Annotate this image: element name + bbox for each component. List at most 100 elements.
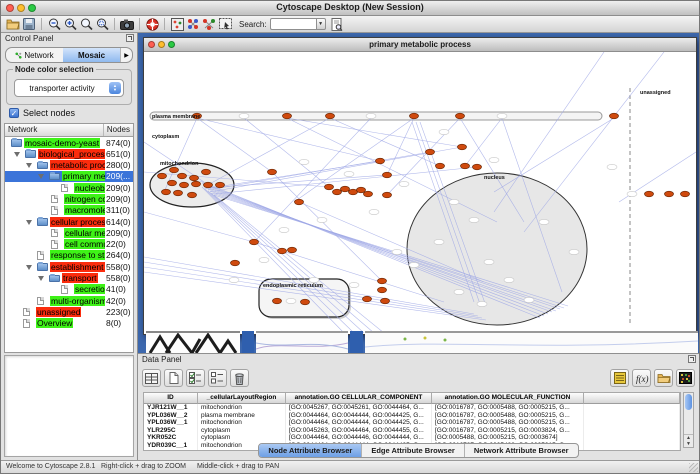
open-file-icon[interactable] [5,17,21,32]
network-node[interactable] [378,278,387,284]
network-node[interactable] [216,182,225,188]
tab-mosaic[interactable]: Mosaic [63,48,120,62]
network-node[interactable] [174,190,183,196]
network-node[interactable] [178,173,187,179]
network-label-node[interactable] [539,219,549,224]
network-label-node[interactable] [477,301,487,306]
delete-attribute-trash-icon[interactable] [230,369,249,387]
import-attributes-folder-icon[interactable] [654,369,673,387]
tree-column-nodes[interactable]: Nodes [104,124,133,136]
network-label-node[interactable] [627,191,637,196]
tree-row[interactable]: biological_process651(0) [5,148,133,159]
zoom-fit-icon[interactable] [78,17,94,32]
network-node[interactable] [426,149,435,155]
table-row[interactable]: YPL036W__2plasma membrane[GO:0044464, GO… [144,412,680,420]
float-panel-icon[interactable] [688,355,696,363]
network-node[interactable] [268,169,277,175]
tree-row[interactable]: nitrogen compo209(0) [5,193,133,204]
network-node[interactable] [231,260,240,266]
tab-network[interactable]: Network [6,48,63,62]
network-node[interactable] [158,173,167,179]
zoom-selected-icon[interactable] [94,17,110,32]
tree-row[interactable]: secretion41(0) [5,284,133,295]
search-dropdown-arrow-icon[interactable]: ▼ [316,18,326,30]
network-node[interactable] [204,182,213,188]
expand-arrow-icon[interactable] [26,163,32,168]
network-node[interactable] [278,248,287,254]
network-label-node[interactable] [484,259,494,264]
attribute-select-icon[interactable] [142,369,161,387]
background-window-fragment[interactable] [365,331,698,353]
table-column-header[interactable]: annotation.GO MOLECULAR_FUNCTION [432,393,584,404]
table-scrollbar[interactable]: ▲▼ [683,392,694,448]
table-row[interactable]: YPL036W__1mitochondrion[GO:0044464, GO:0… [144,419,680,427]
search-options-icon[interactable] [329,17,345,32]
network-label-node[interactable] [569,249,579,254]
network-label-node[interactable] [504,277,514,282]
scrollbar-thumb[interactable] [685,394,692,410]
select-nodes-checkbox[interactable]: ✓ [9,108,19,118]
network-node[interactable] [283,113,292,119]
tree-row[interactable]: Overview8(0) [5,318,133,329]
network-label-node[interactable] [489,157,499,162]
unselect-attributes-icon[interactable] [208,369,227,387]
tree-row[interactable]: nucleobase-209(0) [5,182,133,193]
table-column-header[interactable]: _cellularLayoutRegion [198,393,286,404]
tree-row[interactable]: multi-organism pro42(0) [5,295,133,306]
network-node[interactable] [610,113,619,119]
network-node[interactable] [645,191,654,197]
network-node[interactable] [273,298,282,304]
network-label-node[interactable] [299,159,309,164]
expand-arrow-icon[interactable] [38,174,44,179]
tree-row[interactable]: response to stimulu264(0) [5,250,133,261]
combo-stepper-icon[interactable]: ▲▼ [109,82,121,94]
expand-arrow-icon[interactable] [26,265,32,270]
matrix-view-icon[interactable] [676,369,695,387]
tree-row[interactable]: macromolecule311(0) [5,205,133,216]
network-node[interactable] [458,144,467,150]
network-node[interactable] [162,189,171,195]
save-icon[interactable] [21,17,37,32]
table-row[interactable]: YJR121W__1mitochondrion[GO:0045267, GO:0… [144,404,680,412]
network-label-node[interactable] [399,181,409,186]
network-label-node[interactable] [366,113,376,118]
network-label-node[interactable] [497,113,507,118]
tree-row[interactable]: cellular process614(0) [5,216,133,227]
network-node[interactable] [410,113,419,119]
network-label-node[interactable] [409,262,419,267]
network-node[interactable] [473,164,482,170]
network-label-node[interactable] [286,298,296,303]
select-attributes-icon[interactable] [186,369,205,387]
network-node[interactable] [364,191,373,197]
network-node[interactable] [665,191,674,197]
network-label-node[interactable] [349,282,359,287]
network-node[interactable] [363,296,372,302]
tree-row[interactable]: cell communicat22(0) [5,239,133,250]
resize-grip[interactable] [689,463,698,472]
network-label-node[interactable] [317,217,327,222]
network-node[interactable] [325,184,334,190]
vizmapper-icon[interactable] [185,17,201,32]
tree-row[interactable]: transport558(0) [5,273,133,284]
network-label-node[interactable] [449,199,459,204]
network-node[interactable] [333,189,342,195]
network-node[interactable] [436,163,445,169]
background-window-fragment[interactable] [146,331,240,353]
network-node[interactable] [383,172,392,178]
network-node[interactable] [190,175,199,181]
attribute-list-icon[interactable] [610,369,629,387]
network-node[interactable] [381,298,390,304]
search-input[interactable] [270,18,316,30]
network-label-node[interactable] [239,113,249,118]
network-node[interactable] [378,287,387,293]
network-node[interactable] [681,191,690,197]
network-label-node[interactable] [524,297,534,302]
network-label-node[interactable] [344,171,354,176]
tree-row[interactable]: metabolic process280(0) [5,160,133,171]
network-node[interactable] [461,163,470,169]
tab-overflow-arrow-icon[interactable]: ▶ [120,48,132,62]
tree-row[interactable]: establishment of lo558(0) [5,261,133,272]
table-column-header[interactable] [584,393,680,404]
table-row[interactable]: YLR295Ccytoplasm[GO:0045263, GO:0044464,… [144,427,680,435]
network-label-node[interactable] [469,217,479,222]
